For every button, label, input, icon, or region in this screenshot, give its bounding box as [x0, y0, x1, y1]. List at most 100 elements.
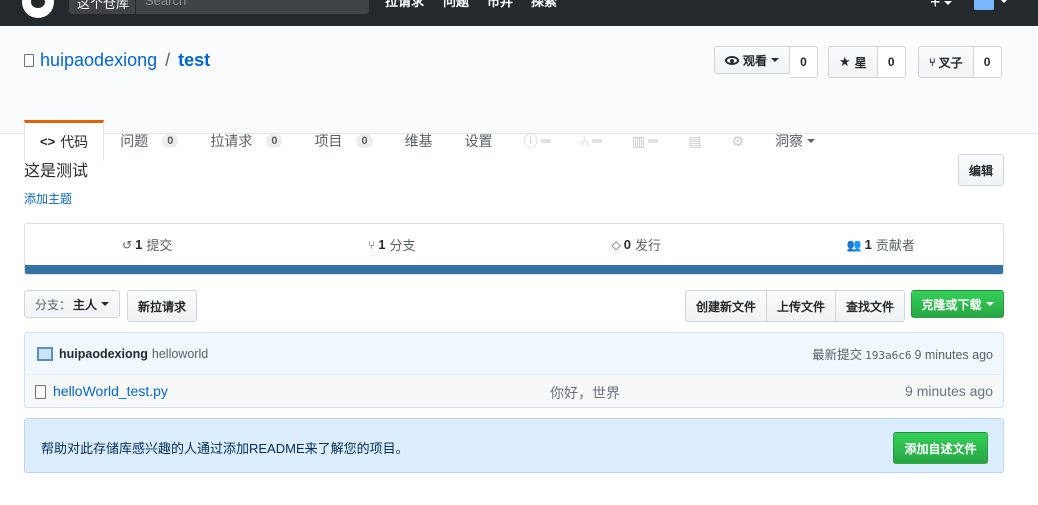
fork-icon: ⑂	[929, 55, 936, 69]
watch-button[interactable]: 观看	[714, 46, 791, 74]
projects-counter: 0	[356, 134, 373, 148]
watch-count[interactable]: 0	[790, 46, 819, 78]
commit-age: 9 minutes ago	[914, 348, 993, 362]
contributors-link[interactable]: 👥 1 贡献者	[759, 224, 1004, 265]
commit-author[interactable]: huipaodexiong	[59, 347, 148, 361]
branches-link[interactable]: ⑂ 1 分支	[270, 224, 515, 265]
branches-count: 1	[378, 237, 386, 252]
branch-select-button[interactable]: 分支： 主人	[24, 290, 121, 318]
add-readme-button[interactable]: 添加自述文件	[893, 432, 988, 464]
tab-projects-disabled[interactable]: ▥	[617, 120, 673, 160]
tab-insights-label: 洞察	[775, 133, 803, 149]
watch-group: 观看 0	[714, 46, 819, 78]
repo-description: 这是测试	[24, 163, 89, 180]
releases-count: 0	[623, 237, 631, 252]
star-label: 星	[854, 55, 867, 70]
tab-issues[interactable]: 问题 0	[104, 120, 194, 160]
user-avatar[interactable]	[974, 0, 994, 10]
chevron-down-icon[interactable]	[1000, 0, 1008, 3]
tab-settings-label: 设置	[464, 133, 493, 149]
readme-prompt: 帮助对此存储库感兴趣的人通过添加README来了解您的项目。 添加自述文件	[24, 418, 1004, 473]
tag-icon: ◇	[611, 237, 621, 252]
find-file-button[interactable]: 查找文件	[835, 290, 906, 322]
pulls-counter: 0	[266, 134, 283, 148]
upload-files-button[interactable]: 上传文件	[766, 290, 837, 322]
file-actions-group: 创建新文件 上传文件 查找文件	[685, 290, 906, 322]
create-new-button[interactable]: +	[930, 0, 952, 13]
commits-link[interactable]: ↺ 1 提交	[25, 224, 270, 265]
placeholder-bar	[540, 139, 551, 143]
tab-projects[interactable]: 项目 0	[298, 120, 388, 160]
github-logo-icon[interactable]	[22, 0, 54, 18]
tab-pull-requests[interactable]: 拉请求 0	[194, 120, 298, 160]
search-divider	[135, 0, 136, 14]
repo-owner-link[interactable]: huipaodexiong	[40, 50, 157, 70]
commit-sha[interactable]: 193a6c6	[865, 349, 911, 362]
tab-insights[interactable]: 洞察	[759, 120, 831, 160]
file-commit-message[interactable]: 你好，世界	[550, 383, 620, 403]
readme-prompt-text: 帮助对此存储库感兴趣的人通过添加README来了解您的项目。	[41, 441, 409, 456]
edit-description-button[interactable]: 编辑	[958, 154, 1004, 186]
star-icon: ★	[839, 54, 851, 69]
tab-wiki[interactable]: 维基	[389, 120, 449, 160]
gear-icon: ⚙	[731, 132, 744, 149]
tab-settings-disabled[interactable]: ⚙	[716, 120, 759, 160]
tab-issues-disabled[interactable]: ⓘ	[509, 120, 566, 160]
fork-button[interactable]: ⑂ 叉子	[918, 46, 974, 78]
tab-code-label: 代码	[60, 133, 89, 150]
fork-count[interactable]: 0	[973, 46, 1002, 78]
eye-icon	[725, 55, 739, 65]
history-icon: ↺	[122, 237, 133, 252]
header-nav-explore[interactable]: 探索	[531, 0, 557, 10]
file-name-link[interactable]: helloWorld_test.py	[53, 383, 168, 399]
header-nav-marketplace[interactable]: 市井	[487, 0, 513, 10]
tab-wiki-disabled[interactable]: ▤	[673, 120, 716, 160]
create-new-file-button[interactable]: 创建新文件	[685, 290, 768, 322]
tab-settings[interactable]: 设置	[449, 120, 509, 160]
repo-summary: ↺ 1 提交 ⑂ 1 分支 ◇ 0 发行 👥 1 贡献者	[24, 223, 1004, 275]
fork-label: 叉子	[938, 55, 963, 70]
latest-commit-label: 最新提交	[812, 348, 863, 362]
latest-commit-info: 最新提交 193a6c6 9 minutes ago	[812, 344, 993, 363]
branch-label: 分支：	[35, 297, 72, 312]
plus-icon: +	[930, 0, 941, 12]
add-topics-link[interactable]: 添加主题	[24, 190, 72, 207]
chevron-down-icon	[943, 1, 952, 6]
watch-label: 观看	[743, 53, 768, 68]
releases-label: 发行	[634, 238, 661, 253]
new-pull-request-button[interactable]: 新拉请求	[127, 290, 197, 322]
clone-label: 克隆或下载	[921, 297, 982, 312]
repo-header: huipaodexiong / test 观看 0 ★ 星 0 ⑂ 叉子 0 <> 代码 …	[0, 26, 1038, 161]
latest-commit-bar: huipaodexiong helloworld 最新提交 193a6c6 9 mi…	[24, 332, 1004, 375]
search-bar[interactable]: 这个仓库 Search	[69, 0, 369, 14]
chevron-down-icon	[985, 302, 994, 306]
fork-group: ⑂ 叉子 0	[918, 46, 1002, 78]
star-button[interactable]: ★ 星	[828, 46, 878, 78]
language-bar[interactable]	[25, 265, 1003, 274]
chevron-down-icon	[771, 58, 780, 62]
code-icon: <>	[40, 134, 56, 149]
header-nav-issues[interactable]: 问题	[443, 0, 469, 10]
star-count[interactable]: 0	[877, 46, 906, 78]
git-branch-icon: ⑂	[368, 237, 376, 252]
tab-code[interactable]: <> 代码	[24, 120, 105, 161]
tab-issues-label: 问题	[120, 133, 149, 149]
repo-name-link[interactable]: test	[178, 50, 210, 70]
author-avatar[interactable]	[37, 346, 53, 361]
book-icon: ▤	[688, 132, 702, 149]
project-icon: ▥	[631, 132, 646, 149]
commit-message[interactable]: helloworld	[152, 347, 208, 361]
path-separator: /	[165, 50, 171, 70]
top-header: 这个仓库 Search 拉请求 问题 市井 探索 +	[0, 0, 1038, 26]
git-pull-request-icon: ⑃	[580, 133, 589, 149]
commits-label: 提交	[146, 238, 173, 253]
repo-title: huipaodexiong / test	[24, 50, 210, 71]
releases-link[interactable]: ◇ 0 发行	[514, 224, 759, 265]
tab-wiki-label: 维基	[404, 133, 433, 149]
clone-download-button[interactable]: 克隆或下载	[911, 290, 1004, 318]
header-nav-pulls[interactable]: 拉请求	[385, 0, 424, 10]
tab-pulls-disabled[interactable]: ⑃	[566, 120, 617, 160]
chevron-down-icon	[807, 139, 815, 143]
star-group: ★ 星 0	[828, 46, 906, 78]
search-input[interactable]: Search	[145, 0, 186, 8]
